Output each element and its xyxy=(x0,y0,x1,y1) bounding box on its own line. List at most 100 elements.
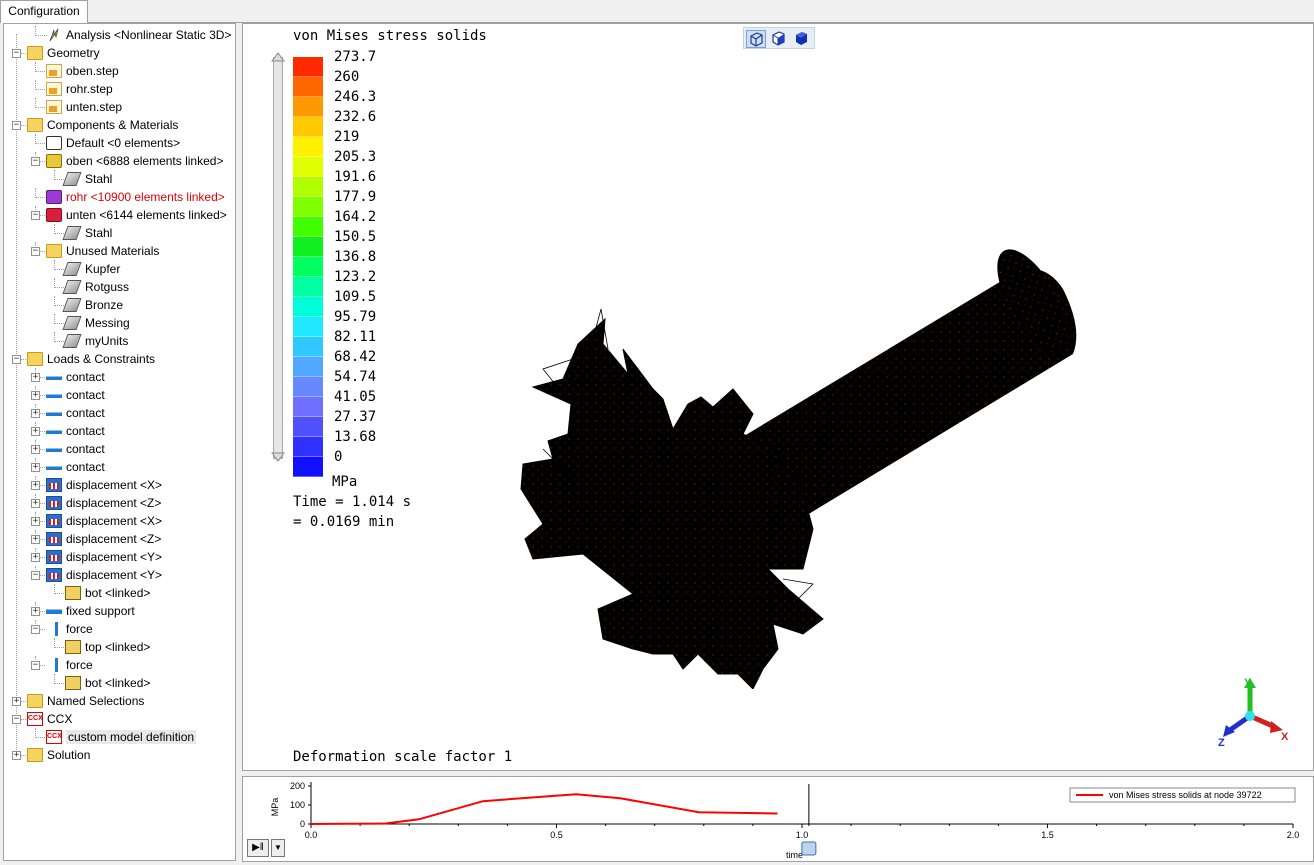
expand-toggle-icon[interactable]: + xyxy=(31,553,40,562)
expand-toggle-icon[interactable]: + xyxy=(31,427,40,436)
legend-swatch xyxy=(293,297,323,317)
expand-toggle-icon[interactable]: + xyxy=(31,535,40,544)
tree-item[interactable]: rohr.step xyxy=(4,80,235,98)
configuration-tree[interactable]: Analysis <Nonlinear Static 3D> − Geometry o… xyxy=(3,23,236,861)
tree-item[interactable]: − Unused Materials xyxy=(4,242,235,260)
legend-value: 41.05 xyxy=(334,389,377,405)
x-tick-label: 1.5 xyxy=(1041,830,1054,840)
wireframe-view-button[interactable] xyxy=(746,30,766,48)
collapse-toggle-icon[interactable]: − xyxy=(31,211,40,220)
tree-item-label: displacement <Z> xyxy=(66,532,162,546)
collapse-toggle-icon[interactable]: − xyxy=(31,247,40,256)
tree-item[interactable]: + contact xyxy=(4,386,235,404)
legend-value: 273.7 xyxy=(334,49,377,65)
tree-item[interactable]: − unten <6144 elements linked> xyxy=(4,206,235,224)
tree-item[interactable]: top <linked> xyxy=(4,638,235,656)
tree-item[interactable]: Default <0 elements> xyxy=(4,134,235,152)
tree-item[interactable]: − Geometry xyxy=(4,44,235,62)
tree-item-label: rohr <10900 elements linked> xyxy=(66,190,225,204)
shaded-edges-view-button[interactable] xyxy=(769,30,789,48)
expand-toggle-icon[interactable]: + xyxy=(31,391,40,400)
tree-item[interactable]: Stahl xyxy=(4,224,235,242)
displacement-icon xyxy=(46,496,62,510)
collapse-toggle-icon[interactable]: − xyxy=(12,121,21,130)
legend-swatch xyxy=(293,117,323,137)
displacement-icon xyxy=(46,550,62,564)
tree-item[interactable]: − force xyxy=(4,620,235,638)
tree-item[interactable]: + Named Selections xyxy=(4,692,235,710)
fem-model xyxy=(520,249,1077,689)
tree-item[interactable]: Analysis <Nonlinear Static 3D> xyxy=(4,26,235,44)
tree-item[interactable]: CCX custom model definition xyxy=(4,728,235,746)
expand-toggle-icon[interactable]: + xyxy=(31,409,40,418)
tree-item[interactable]: + contact xyxy=(4,404,235,422)
shaded-view-button[interactable] xyxy=(792,30,812,48)
collapse-toggle-icon[interactable]: − xyxy=(31,157,40,166)
tree-item[interactable]: + fixed support xyxy=(4,602,235,620)
tree-item-label: bot <linked> xyxy=(85,676,151,690)
legend-range-slider[interactable] xyxy=(273,57,283,459)
collapse-toggle-icon[interactable]: − xyxy=(31,625,40,634)
tree-item[interactable]: bot <linked> xyxy=(4,584,235,602)
tree-item[interactable]: − oben <6888 elements linked> xyxy=(4,152,235,170)
tree-item[interactable]: + contact xyxy=(4,422,235,440)
expand-toggle-icon[interactable]: + xyxy=(31,373,40,382)
tree-item[interactable]: + displacement <Y> xyxy=(4,548,235,566)
collapse-toggle-icon[interactable]: − xyxy=(12,355,21,364)
expand-toggle-icon[interactable]: + xyxy=(31,517,40,526)
playback-options-dropdown[interactable]: ▼ xyxy=(271,839,285,857)
play-pause-button[interactable]: ▶‖ xyxy=(247,839,269,857)
tree-item[interactable]: Messing xyxy=(4,314,235,332)
tree-item[interactable]: myUnits xyxy=(4,332,235,350)
viewport-3d[interactable]: von Mises stress solids 273.7 260 246.3 232… xyxy=(242,23,1314,771)
legend-value: 54.74 xyxy=(334,369,377,385)
collapse-toggle-icon[interactable]: − xyxy=(12,49,21,58)
slider-bottom-handle[interactable] xyxy=(271,452,285,462)
expand-toggle-icon[interactable]: + xyxy=(31,499,40,508)
tree-item[interactable]: + contact xyxy=(4,368,235,386)
legend-swatch xyxy=(293,357,323,377)
tree-item[interactable]: + displacement <Z> xyxy=(4,530,235,548)
tree-item[interactable]: + contact xyxy=(4,440,235,458)
tree-item[interactable]: + contact xyxy=(4,458,235,476)
collapse-toggle-icon[interactable]: − xyxy=(31,661,40,670)
tree-item[interactable]: + displacement <X> xyxy=(4,476,235,494)
tree-item[interactable]: + displacement <X> xyxy=(4,512,235,530)
tree-item[interactable]: + Solution xyxy=(4,746,235,764)
expand-toggle-icon[interactable]: + xyxy=(12,751,21,760)
tree-item[interactable]: − force xyxy=(4,656,235,674)
expand-toggle-icon[interactable]: + xyxy=(31,463,40,472)
expand-toggle-icon[interactable]: + xyxy=(12,697,21,706)
analysis-icon xyxy=(46,28,62,42)
tree-item[interactable]: oben.step xyxy=(4,62,235,80)
collapse-toggle-icon[interactable]: − xyxy=(31,571,40,580)
expand-toggle-icon[interactable]: + xyxy=(31,445,40,454)
tree-item[interactable]: − Loads & Constraints xyxy=(4,350,235,368)
legend-value: 27.37 xyxy=(334,409,377,425)
tab-configuration[interactable]: Configuration xyxy=(0,0,88,23)
tree-item[interactable]: + displacement <Z> xyxy=(4,494,235,512)
material-icon xyxy=(62,172,82,186)
tree-item[interactable]: bot <linked> xyxy=(4,674,235,692)
tree-item[interactable]: Rotguss xyxy=(4,278,235,296)
x-axis-label: X xyxy=(1281,731,1289,743)
time-slider-handle[interactable] xyxy=(801,841,817,856)
tree-item[interactable]: unten.step xyxy=(4,98,235,116)
tree-item[interactable]: Stahl xyxy=(4,170,235,188)
loads-folder-icon xyxy=(27,352,43,366)
step-file-icon xyxy=(46,100,62,114)
collapse-toggle-icon[interactable]: − xyxy=(12,715,21,724)
tree-item[interactable]: − CCX CCX xyxy=(4,710,235,728)
tree-item[interactable]: Kupfer xyxy=(4,260,235,278)
tree-item[interactable]: − displacement <Y> xyxy=(4,566,235,584)
tree-item[interactable]: rohr <10900 elements linked> xyxy=(4,188,235,206)
expand-toggle-icon[interactable]: + xyxy=(31,481,40,490)
slider-top-handle[interactable] xyxy=(271,52,285,62)
legend-value: 191.6 xyxy=(334,169,377,185)
tree-item-label: oben <6888 elements linked> xyxy=(66,154,224,168)
component-icon xyxy=(46,208,62,222)
tree-item[interactable]: − Components & Materials xyxy=(4,116,235,134)
tree-item[interactable]: Bronze xyxy=(4,296,235,314)
legend-unit: MPa xyxy=(332,474,358,490)
expand-toggle-icon[interactable]: + xyxy=(31,607,40,616)
